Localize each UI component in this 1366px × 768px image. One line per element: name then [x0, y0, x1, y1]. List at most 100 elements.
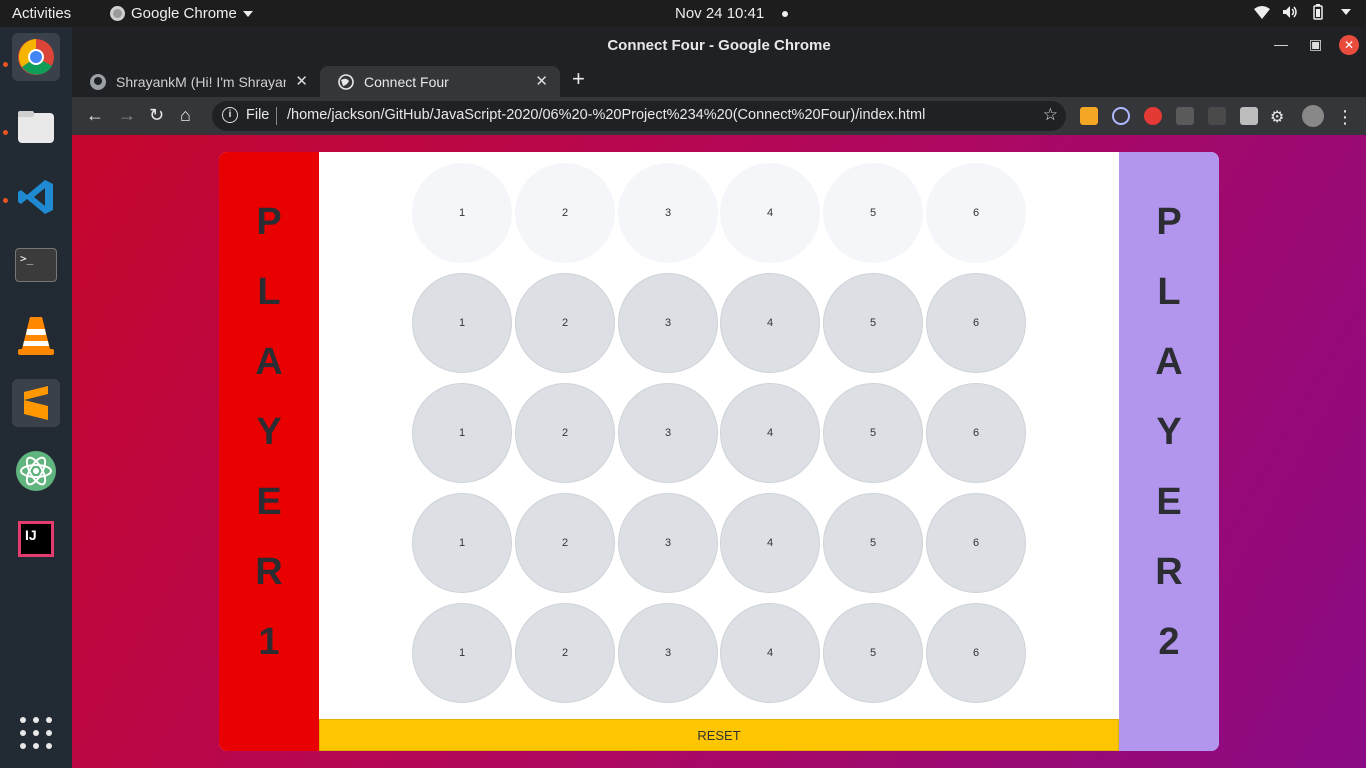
player2-letter: R	[1155, 551, 1183, 593]
divider	[276, 107, 277, 125]
forward-arrow-icon[interactable]: →	[118, 105, 136, 126]
board-cell[interactable]: 5	[823, 603, 923, 703]
board-cell[interactable]: 5	[823, 383, 923, 483]
player2-letter: L	[1157, 271, 1181, 313]
tab-label: ShrayankM (Hi! I'm Shrayank	[116, 73, 286, 90]
page-viewport: P L A Y E R 1 1 2 3 4 5 6 1 2 3 4 5 6 1 …	[72, 135, 1366, 768]
board-cell[interactable]: 4	[720, 273, 820, 373]
board-cell[interactable]: 3	[618, 273, 718, 373]
player1-letter: A	[255, 341, 283, 383]
back-arrow-icon[interactable]: ←	[86, 105, 104, 126]
vlc-icon[interactable]	[12, 311, 60, 359]
drop-slot[interactable]: 2	[515, 163, 615, 263]
board-cell[interactable]: 3	[618, 383, 718, 483]
extension-grey-icon[interactable]	[1208, 107, 1226, 125]
info-icon[interactable]: i	[222, 107, 238, 123]
profile-avatar[interactable]	[1302, 105, 1324, 127]
board-cell[interactable]: 6	[926, 603, 1026, 703]
board-cell[interactable]: 3	[618, 493, 718, 593]
board-cell[interactable]: 5	[823, 493, 923, 593]
home-icon[interactable]: ⌂	[180, 105, 191, 126]
board-cell[interactable]: 4	[720, 383, 820, 483]
window-title: Connect Four - Google Chrome	[607, 37, 831, 54]
github-icon	[90, 73, 106, 90]
drop-slot[interactable]: 4	[720, 163, 820, 263]
board-cell[interactable]: 1	[412, 493, 512, 593]
app-menu[interactable]: Google Chrome	[110, 5, 253, 22]
reload-icon[interactable]: ↻	[149, 105, 164, 126]
wifi-icon	[1254, 5, 1270, 19]
atom-icon[interactable]	[12, 447, 60, 495]
address-bar[interactable]: i File /home/jackson/GitHub/JavaScript-2…	[212, 101, 1066, 131]
extensions-puzzle-icon[interactable]: ⚙	[1270, 107, 1288, 126]
bookmark-star-icon[interactable]: ☆	[1043, 105, 1058, 125]
drop-slot[interactable]: 6	[926, 163, 1026, 263]
close-tab-icon[interactable]: ✕	[295, 72, 308, 90]
close-tab-icon[interactable]: ✕	[535, 72, 548, 90]
extension-stop-icon[interactable]	[1144, 107, 1162, 125]
board-cell[interactable]: 2	[515, 603, 615, 703]
maximize-icon[interactable]: ▣	[1309, 36, 1322, 53]
board-cell[interactable]: 4	[720, 493, 820, 593]
extension-honey-icon[interactable]	[1080, 107, 1098, 125]
board-cell[interactable]: 4	[720, 603, 820, 703]
new-tab-icon[interactable]: +	[572, 66, 585, 92]
close-window-icon[interactable]: ✕	[1339, 35, 1359, 55]
drop-slot[interactable]: 3	[618, 163, 718, 263]
window-titlebar: Connect Four - Google Chrome — ▣ ✕	[72, 27, 1366, 64]
power-menu-caret-icon	[1338, 5, 1354, 19]
drop-slot[interactable]: 1	[412, 163, 512, 263]
menu-kebab-icon[interactable]: ⋮	[1336, 107, 1354, 127]
tab-github[interactable]: ShrayankM (Hi! I'm Shrayank ✕	[72, 66, 320, 97]
vscode-icon[interactable]	[12, 173, 60, 221]
board-cell[interactable]: 6	[926, 493, 1026, 593]
chrome-small-icon	[110, 6, 125, 21]
player2-letter: Y	[1156, 411, 1182, 453]
board-cell[interactable]: 1	[412, 603, 512, 703]
board-cell[interactable]: 2	[515, 273, 615, 373]
url-text: /home/jackson/GitHub/JavaScript-2020/06%…	[287, 107, 926, 123]
board-cell[interactable]: 2	[515, 383, 615, 483]
terminal-icon[interactable]: >_	[12, 241, 60, 289]
clock[interactable]: Nov 24 10:41	[675, 5, 789, 22]
board-cell[interactable]: 2	[515, 493, 615, 593]
board-cell[interactable]: 1	[412, 383, 512, 483]
app-menu-label: Google Chrome	[131, 5, 237, 22]
files-icon[interactable]	[12, 103, 60, 151]
globe-icon	[338, 73, 354, 90]
game-board: 1 2 3 4 5 6 1 2 3 4 5 6 1 2 3 4 5 6 1 2 …	[319, 152, 1119, 719]
reset-button[interactable]: RESET	[319, 719, 1119, 751]
system-tray[interactable]	[1254, 4, 1354, 20]
board-cell[interactable]: 3	[618, 603, 718, 703]
connect-four-game: P L A Y E R 1 1 2 3 4 5 6 1 2 3 4 5 6 1 …	[219, 152, 1219, 751]
board-cell[interactable]: 6	[926, 273, 1026, 373]
board-cell[interactable]: 1	[412, 273, 512, 373]
player1-letter: Y	[256, 411, 282, 453]
player1-letter: P	[256, 201, 282, 243]
intellij-icon[interactable]: IJ	[12, 515, 60, 563]
chrome-icon[interactable]	[12, 33, 60, 81]
browser-toolbar: ← → ↻ ⌂ i File /home/jackson/GitHub/Java…	[72, 97, 1366, 135]
board-cell[interactable]: 6	[926, 383, 1026, 483]
clock-label: Nov 24 10:41	[675, 5, 765, 22]
tab-connect-four[interactable]: Connect Four ✕	[320, 66, 560, 97]
caret-down-icon	[242, 10, 253, 17]
activities-button[interactable]: Activities	[12, 5, 71, 22]
extension-eyedropper-icon[interactable]	[1176, 107, 1194, 125]
battery-icon	[1310, 4, 1326, 20]
dock: >_ IJ	[0, 27, 72, 768]
drop-slot[interactable]: 5	[823, 163, 923, 263]
volume-icon	[1282, 5, 1298, 19]
running-indicator	[3, 198, 8, 203]
extension-cube-icon[interactable]	[1240, 107, 1258, 125]
sublime-icon[interactable]	[12, 379, 60, 427]
extension-block-icon[interactable]	[1112, 107, 1130, 125]
board-cell[interactable]: 5	[823, 273, 923, 373]
system-top-bar: Activities Google Chrome Nov 24 10:41	[0, 0, 1366, 27]
running-indicator	[3, 62, 8, 67]
browser-window: Connect Four - Google Chrome — ▣ ✕ Shray…	[72, 27, 1366, 768]
player1-letter: R	[255, 551, 283, 593]
minimize-icon[interactable]: —	[1274, 36, 1288, 52]
show-apps-icon[interactable]	[20, 717, 52, 749]
player2-letter: E	[1156, 481, 1182, 523]
